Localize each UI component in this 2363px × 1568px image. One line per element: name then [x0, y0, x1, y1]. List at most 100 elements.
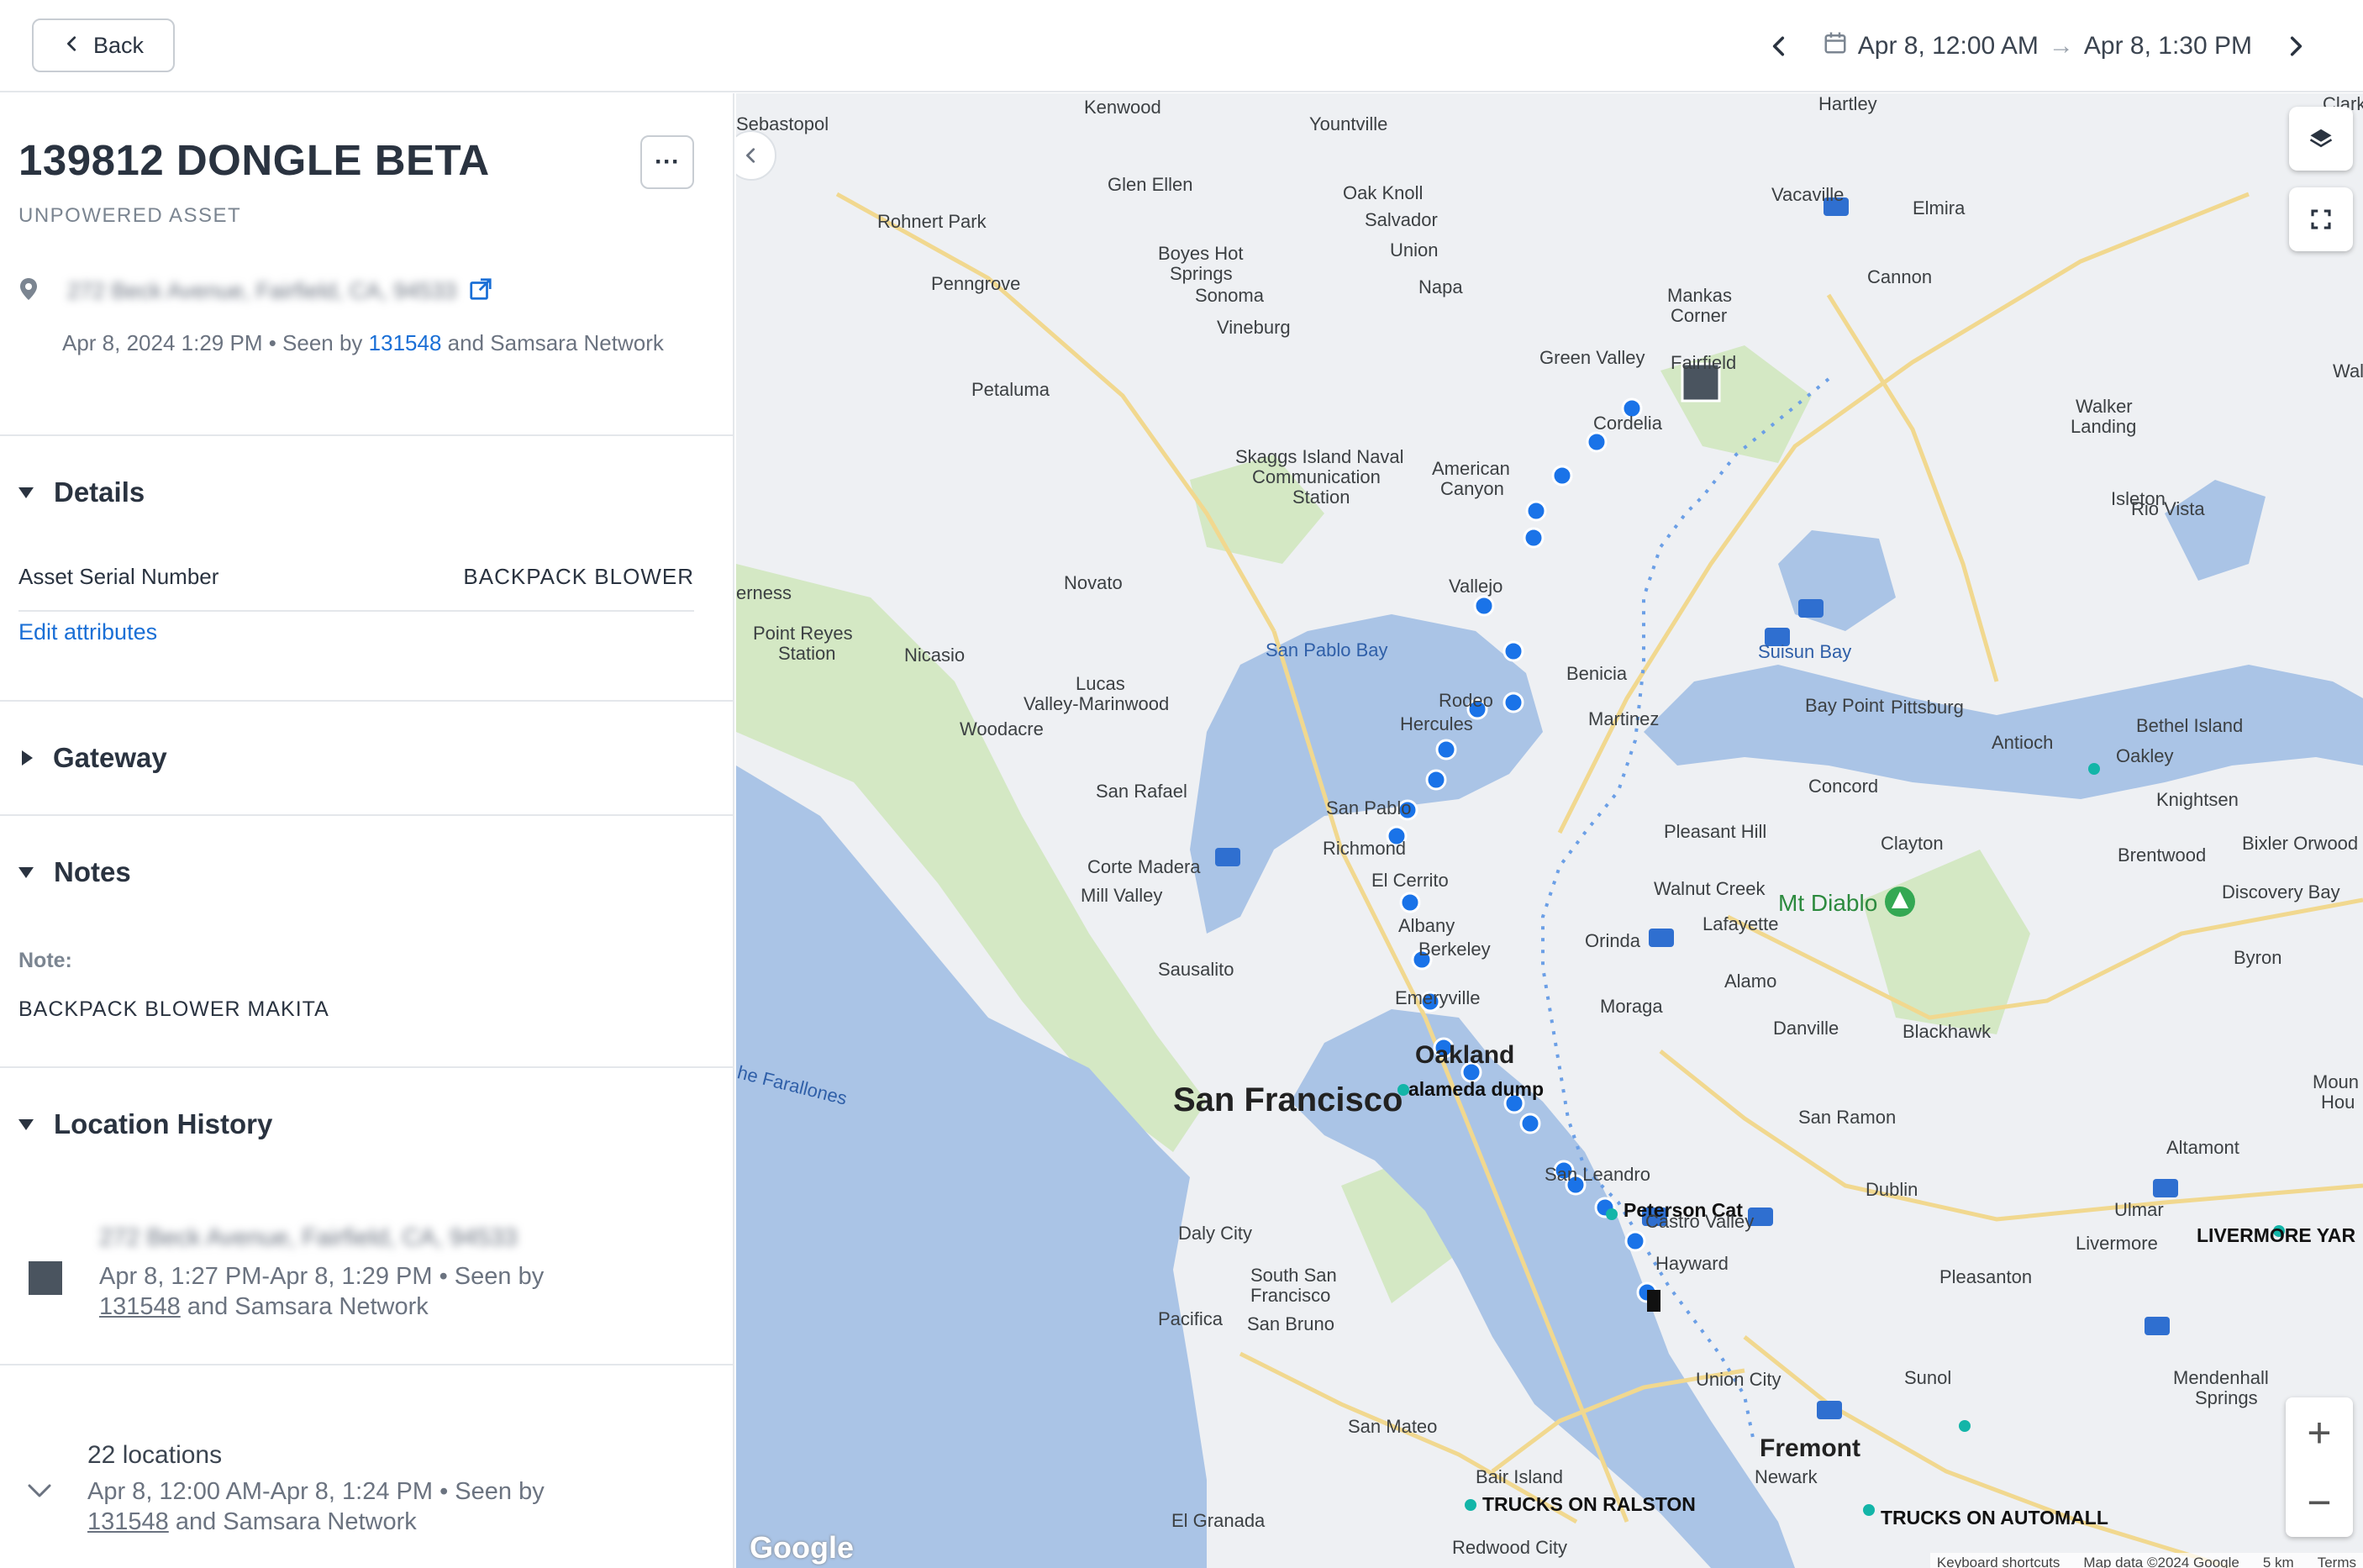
- google-logo: Google: [750, 1530, 854, 1565]
- map-label: Moraga: [1600, 996, 1663, 1017]
- map-label: Redwood City: [1452, 1537, 1567, 1558]
- map-label: El Cerrito: [1371, 870, 1449, 891]
- map-label: Elmira: [1913, 197, 1966, 218]
- gateway-section-toggle[interactable]: Gateway: [18, 742, 167, 774]
- map-label: San Ramon: [1798, 1107, 1897, 1128]
- map-label: Boyes Hot: [1158, 243, 1244, 264]
- map-label: LIVERMORE YAR: [2197, 1224, 2356, 1246]
- top-bar: Back Apr 8, 12:00 AM → Apr 8, 1:30 PM: [0, 0, 2363, 92]
- zoom-out-button[interactable]: −: [2286, 1467, 2353, 1537]
- more-options-button[interactable]: ···: [640, 135, 694, 189]
- map-label: Mt Diablo: [1778, 890, 1878, 916]
- current-location: 272 Beck Avenue, Fairfield, CA, 94533: [18, 276, 493, 306]
- serial-value: BACKPACK BLOWER: [463, 564, 694, 589]
- map-label: Corner: [1671, 305, 1728, 326]
- history-group-time: Apr 8, 12:00 AM-Apr 8, 1:24 PM • Seen by: [87, 1478, 545, 1505]
- map-label: Pleasant Hill: [1664, 821, 1767, 842]
- date-range-picker[interactable]: Apr 8, 12:00 AM → Apr 8, 1:30 PM: [1804, 30, 2271, 62]
- notes-heading: Notes: [54, 856, 131, 887]
- map-label: Byron: [2234, 947, 2282, 968]
- map-label: TRUCKS ON RALSTON: [1482, 1493, 1696, 1515]
- history-group-seen: 131548 and Samsara Network: [87, 1507, 417, 1537]
- map-label: Discovery Bay: [2222, 881, 2340, 902]
- map-data-credit: Map data ©2024 Google: [2083, 1555, 2239, 1568]
- expand-locations-button[interactable]: [27, 1481, 52, 1504]
- back-button[interactable]: Back: [32, 18, 175, 72]
- map-base-layer: [736, 93, 2363, 1568]
- map-label: Salvador: [1365, 209, 1438, 230]
- history-group-gateway-link[interactable]: 131548: [87, 1508, 169, 1535]
- map-label: TRUCKS ON AUTOMALL: [1881, 1507, 2108, 1529]
- map-label: Vineburg: [1217, 317, 1291, 338]
- map-label: Springs: [2195, 1387, 2258, 1408]
- map-label: Lucas: [1076, 673, 1125, 694]
- map-view[interactable]: Sebastopol Kenwood Yountville Hartley Gl…: [736, 93, 2363, 1568]
- map-label: Oak Knoll: [1343, 182, 1424, 203]
- chevron-down-icon: [28, 1484, 51, 1497]
- seen-suffix: and Samsara Network: [441, 330, 664, 355]
- date-range-nav: Apr 8, 12:00 AM → Apr 8, 1:30 PM: [1754, 20, 2363, 72]
- map-layers-button[interactable]: [2289, 107, 2353, 171]
- map-label: Mankas: [1667, 285, 1733, 306]
- edit-attributes-link[interactable]: Edit attributes: [18, 619, 157, 645]
- map-label: Bixler Orwood: [2242, 833, 2359, 854]
- map-label: San Rafael: [1096, 781, 1187, 802]
- zoom-in-button[interactable]: +: [2286, 1397, 2353, 1467]
- map-label: Station: [1292, 487, 1350, 508]
- gateway-link[interactable]: 131548: [369, 330, 442, 355]
- map-label: Nicasio: [904, 645, 966, 666]
- details-section-toggle[interactable]: Details: [18, 476, 145, 508]
- divider: [0, 1066, 733, 1068]
- layers-icon: [2309, 129, 2333, 148]
- map-label: Emeryville: [1395, 987, 1481, 1008]
- map-label: Rio Vista: [2131, 498, 2205, 519]
- map-label: Napa: [1418, 276, 1463, 297]
- external-link-icon[interactable]: [468, 276, 493, 306]
- map-label: Rohnert Park: [877, 211, 987, 232]
- map-label: Walker: [2076, 396, 2133, 417]
- map-label: Walnut Creek: [1654, 878, 1766, 899]
- map-label: Alamo: [1724, 971, 1777, 992]
- map-label: Dublin: [1866, 1179, 1918, 1200]
- map-label: Sonoma: [1195, 285, 1264, 306]
- chevron-left-icon: [63, 33, 82, 59]
- location-history-section-toggle[interactable]: Location History: [18, 1108, 272, 1140]
- map-label: Concord: [1808, 776, 1879, 797]
- map-label: San Mateo: [1348, 1416, 1438, 1437]
- caret-down-icon: [18, 866, 34, 878]
- map-label: Danville: [1773, 1018, 1839, 1039]
- map-label: Brentwood: [2118, 845, 2207, 866]
- keyboard-shortcuts-link[interactable]: Keyboard shortcuts: [1937, 1555, 2060, 1568]
- map-label: American: [1432, 458, 1510, 479]
- map-label: Suisun Bay: [1758, 641, 1852, 662]
- seen-prefix: Apr 8, 2024 1:29 PM • Seen by: [62, 330, 369, 355]
- map-label: Livermore: [2076, 1233, 2158, 1254]
- map-label: Mendenhall: [2173, 1367, 2269, 1388]
- map-scale: 5 km: [2262, 1555, 2294, 1568]
- map-attribution: Keyboard shortcuts Map data ©2024 Google…: [1929, 1553, 2363, 1568]
- map-label: Bethel Island: [2136, 715, 2244, 736]
- map-label: Vacaville: [1771, 184, 1845, 205]
- map-label: Lafayette: [1703, 913, 1779, 934]
- notes-section-toggle[interactable]: Notes: [18, 856, 131, 888]
- map-label: Antioch: [1992, 732, 2054, 753]
- map-label: Rodeo: [1439, 690, 1493, 711]
- map-label: Pleasanton: [1939, 1266, 2033, 1287]
- map-label: Green Valley: [1539, 347, 1645, 368]
- map-label: Wal: [2333, 360, 2363, 381]
- map-label: San Bruno: [1247, 1313, 1334, 1334]
- map-label: Skaggs Island Naval: [1235, 446, 1404, 467]
- map-label: San Pablo Bay: [1266, 639, 1388, 660]
- previous-range-button[interactable]: [1754, 21, 1804, 71]
- location-pin-icon: [18, 277, 39, 305]
- map-label: Berkeley: [1418, 939, 1491, 960]
- terms-link[interactable]: Terms: [2318, 1555, 2356, 1568]
- map-label: Martinez: [1588, 708, 1660, 729]
- asset-sidebar: 139812 DONGLE BETA UNPOWERED ASSET ··· 2…: [0, 93, 734, 1568]
- next-range-button[interactable]: [2271, 21, 2321, 71]
- map-label: Oakland: [1415, 1041, 1515, 1069]
- map-label: Penngrove: [931, 273, 1021, 294]
- history-gateway-link[interactable]: 131548: [99, 1293, 181, 1320]
- caret-right-icon: [22, 750, 33, 766]
- fullscreen-button[interactable]: [2289, 187, 2353, 251]
